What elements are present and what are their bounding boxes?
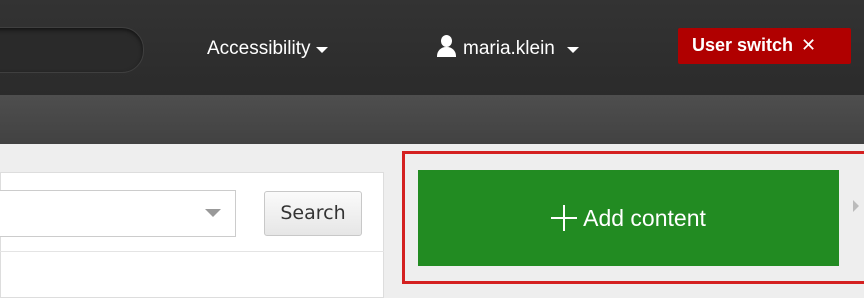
global-search-input[interactable] [0, 27, 144, 73]
chevron-down-icon [566, 46, 579, 53]
plus-icon [551, 204, 578, 231]
close-icon: ✕ [801, 35, 817, 55]
user-menu-username: maria.klein [463, 38, 555, 59]
user-menu[interactable]: maria.klein [435, 34, 579, 64]
user-icon [435, 34, 457, 59]
filter-select[interactable] [0, 190, 236, 237]
user-switch-label: User switch [692, 35, 794, 55]
secondary-toolbar [0, 95, 864, 144]
chevron-down-icon [316, 46, 329, 53]
add-content-label: Add content [583, 205, 706, 231]
top-navigation-bar: Accessibility maria.klein User switch ✕ [0, 0, 864, 95]
panel-divider [0, 251, 384, 252]
accessibility-menu-label: Accessibility [207, 38, 311, 59]
accessibility-menu[interactable]: Accessibility [207, 34, 329, 64]
chevron-right-icon[interactable] [853, 200, 859, 212]
user-switch-button[interactable]: User switch ✕ [678, 28, 851, 64]
search-button[interactable]: Search [264, 191, 362, 236]
add-content-button[interactable]: Add content [418, 170, 839, 266]
chevron-down-icon [205, 209, 221, 217]
